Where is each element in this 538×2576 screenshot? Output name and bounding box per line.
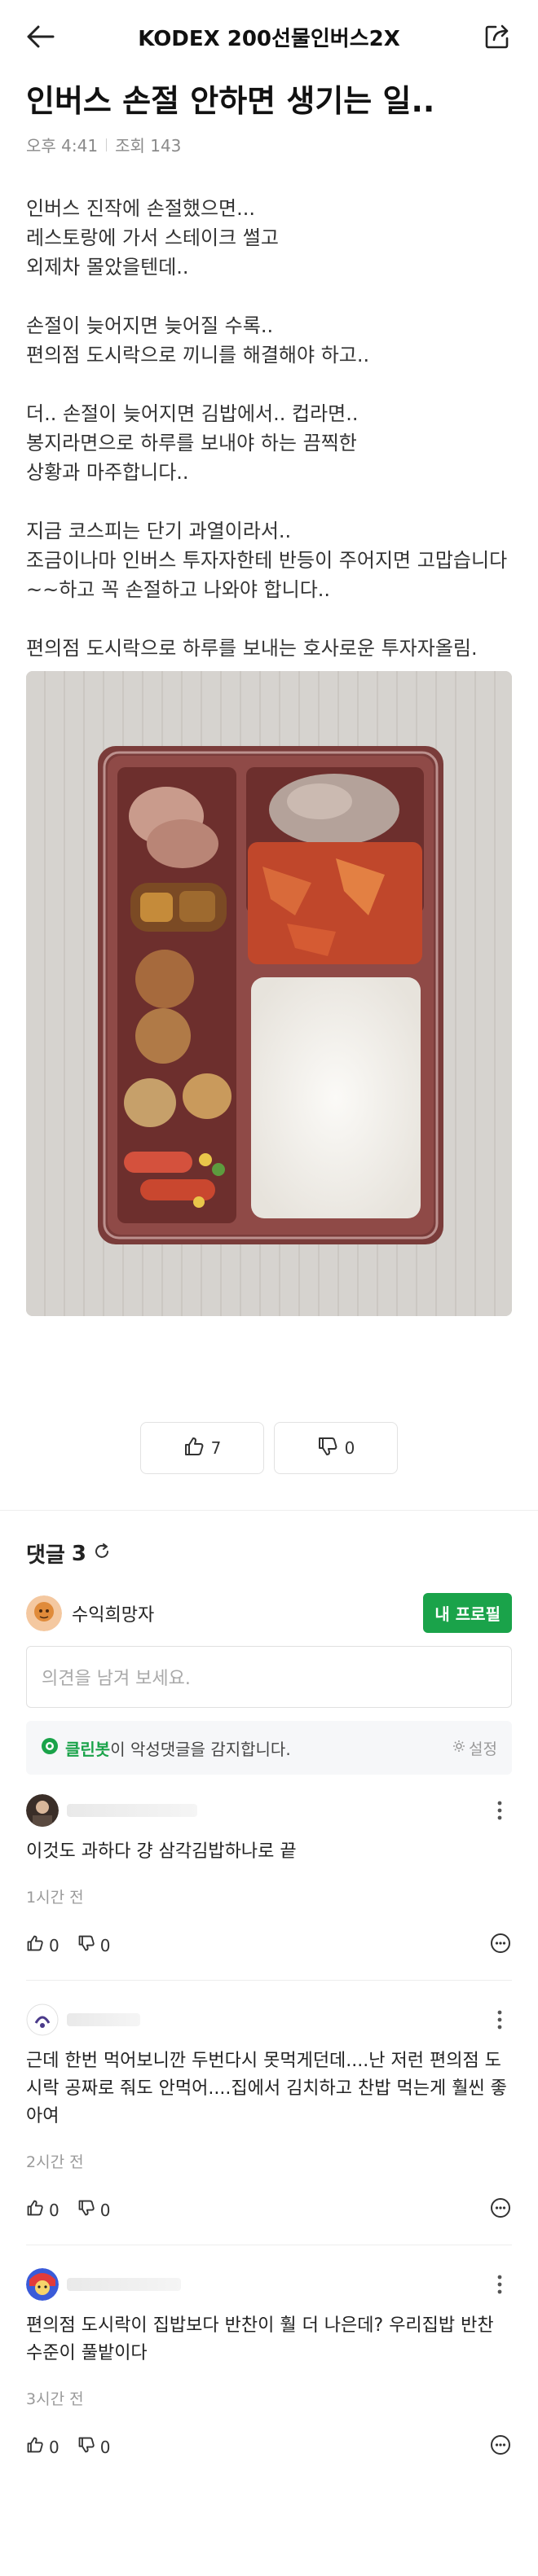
- comment-dislike-button[interactable]: 0: [77, 2199, 111, 2221]
- comment-item: 근데 한번 먹어보니깐 두번다시 못먹게던데....난 저런 편의점 도시락 공…: [0, 1981, 538, 2223]
- thumbs-down-icon: [317, 1436, 338, 1461]
- commenter-name-blurred[interactable]: [67, 2278, 181, 2292]
- my-avatar: [26, 1595, 62, 1631]
- cleanbot-settings-label: 설정: [469, 1740, 497, 1758]
- comment-text: 근데 한번 먹어보니깐 두번다시 못먹게던데....난 저런 편의점 도시락 공…: [26, 2051, 507, 2127]
- comment-item: 이것도 과하다 걍 삼각김밥하나로 끝 1시간 전 0 0: [0, 1775, 538, 1959]
- post-paragraph: 지금 코스피는 단기 과열이라서.. 조금이나마 인버스 투자자한테 반등이 주…: [26, 520, 508, 602]
- share-icon[interactable]: [481, 20, 514, 53]
- comment-like-button[interactable]: 0: [26, 2199, 60, 2221]
- comment-text: 이것도 과하다 걍 삼각김밥하나로 끝: [26, 1841, 297, 1863]
- reaction-bar: 7 0: [0, 1422, 538, 1475]
- cleanbot-text: 이 악성댓글을 감지합니다.: [110, 1739, 291, 1759]
- comment-dislike-button[interactable]: 0: [77, 1934, 111, 1956]
- thumbs-up-icon: [26, 1934, 44, 1956]
- post-time: 오후 4:41: [26, 136, 99, 156]
- commenter-avatar[interactable]: [26, 2003, 59, 2037]
- more-options-icon[interactable]: [487, 2272, 512, 2297]
- thumbs-down-icon: [77, 1934, 95, 1956]
- comment-like-count: 0: [49, 2437, 60, 2457]
- my-profile-button[interactable]: 내 프로필: [423, 1593, 512, 1634]
- post-views: 조회 143: [115, 136, 182, 156]
- post-title: 인버스 손절 안하면 생기는 일..: [26, 83, 435, 119]
- comments-title: 댓글: [26, 1543, 65, 1569]
- reply-icon[interactable]: [489, 2433, 512, 2460]
- thumbs-up-icon: [26, 2436, 44, 2458]
- reply-icon[interactable]: [489, 2196, 512, 2223]
- meta-divider: [106, 138, 108, 151]
- post-body: 인버스 진작에 손절했으면... 레스토랑에 가서 스테이크 썰고 외제차 몰았…: [0, 156, 538, 663]
- thumbs-up-icon: [183, 1436, 205, 1461]
- commenter-name-blurred[interactable]: [67, 2013, 140, 2027]
- comment-input[interactable]: 의견을 남겨 보세요.: [26, 1646, 512, 1709]
- commenter-avatar[interactable]: [26, 1794, 59, 1828]
- commenter-name-blurred[interactable]: [67, 1804, 197, 1818]
- comment-text: 편의점 도시락이 집밥보다 반찬이 훨 더 나은데? 우리집밥 반찬 수준이 풀…: [26, 2315, 494, 2364]
- post-paragraph: 편의점 도시락으로 하루를 보내는 호사로운 투자자올림.: [26, 637, 478, 660]
- my-profile-row: 수익희망자 내 프로필: [0, 1569, 538, 1634]
- cleanbot-settings[interactable]: 설정: [452, 1737, 497, 1759]
- comment-header: [26, 2267, 512, 2302]
- my-nickname: 수익희망자: [72, 1604, 155, 1626]
- comment-actions: 0 0: [26, 2196, 512, 2223]
- lunchbox-photo[interactable]: [26, 671, 512, 1317]
- refresh-icon[interactable]: [93, 1542, 111, 1566]
- thumbs-down-icon: [77, 2199, 95, 2221]
- comment-item: 편의점 도시락이 집밥보다 반찬이 훨 더 나은데? 우리집밥 반찬 수준이 풀…: [0, 2245, 538, 2460]
- cleanbot-name: 클린봇: [65, 1739, 111, 1759]
- top-bar: KODEX 200선물인버스2X: [0, 0, 538, 73]
- comment-like-count: 0: [49, 1935, 60, 1955]
- thumbs-up-icon: [26, 2199, 44, 2221]
- comment-dislike-count: 0: [99, 1935, 111, 1955]
- back-arrow-icon[interactable]: [24, 20, 57, 53]
- comment-header: [26, 1793, 512, 1828]
- comment-actions: 0 0: [26, 2433, 512, 2460]
- dislike-button[interactable]: 0: [274, 1422, 398, 1475]
- comment-dislike-count: 0: [99, 2437, 111, 2457]
- post-meta: 오후 4:41 조회 143: [0, 121, 538, 156]
- comment-like-count: 0: [49, 2200, 60, 2220]
- thumbs-down-icon: [77, 2436, 95, 2458]
- comment-time: 1시간 전: [26, 1889, 84, 1907]
- post-paragraph: 손절이 늦어지면 늦어질 수록.. 편의점 도시락으로 끼니를 해결해야 하고.…: [26, 314, 370, 367]
- commenter-avatar[interactable]: [26, 2268, 59, 2302]
- cleanbot-banner: 클린봇 이 악성댓글을 감지합니다. 설정: [26, 1721, 512, 1775]
- reply-icon[interactable]: [489, 1932, 512, 1959]
- comment-time: 3시간 전: [26, 2390, 84, 2409]
- comment-dislike-button[interactable]: 0: [77, 2436, 111, 2458]
- like-button[interactable]: 7: [140, 1422, 264, 1475]
- more-options-icon[interactable]: [487, 2008, 512, 2032]
- comment-like-button[interactable]: 0: [26, 2436, 60, 2458]
- like-count: 7: [210, 1438, 222, 1459]
- board-title: KODEX 200선물인버스2X: [138, 26, 400, 51]
- comment-dislike-count: 0: [99, 2200, 111, 2220]
- comments-count: 3: [71, 1541, 86, 1566]
- dislike-count: 0: [344, 1438, 355, 1459]
- more-options-icon[interactable]: [487, 1798, 512, 1823]
- post-paragraph: 인버스 진작에 손절했으면... 레스토랑에 가서 스테이크 썰고 외제차 몰았…: [26, 197, 279, 279]
- comment-like-button[interactable]: 0: [26, 1934, 60, 1956]
- comment-header: [26, 2002, 512, 2038]
- post-paragraph: 더.. 손절이 늦어지면 김밥에서.. 컵라면.. 봉지라면으로 하루를 보내야…: [26, 402, 359, 485]
- gear-icon: [452, 1739, 465, 1757]
- comment-actions: 0 0: [26, 1932, 512, 1959]
- comments-header: 댓글 3: [0, 1511, 538, 1569]
- comment-time: 2시간 전: [26, 2153, 84, 2172]
- cleanbot-icon: [41, 1737, 59, 1759]
